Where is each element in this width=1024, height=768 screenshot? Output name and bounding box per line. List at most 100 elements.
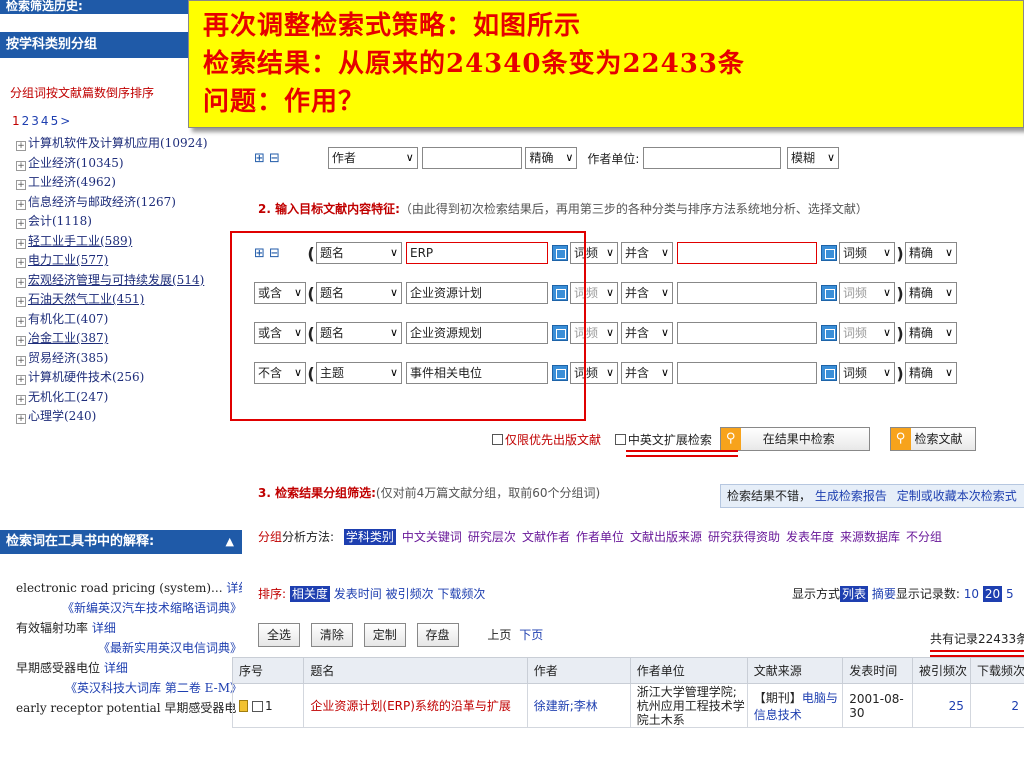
expand-plus-icon[interactable]: + xyxy=(16,141,26,151)
subject-item[interactable]: + 企业经济(10345) xyxy=(16,154,242,174)
tool-entry-detail-link[interactable]: 详细 xyxy=(92,621,116,635)
group-method-item[interactable]: 文献作者 xyxy=(522,530,570,544)
freq-select[interactable]: 词频 ∨ xyxy=(570,362,618,384)
term2-input[interactable] xyxy=(677,322,817,344)
subject-item[interactable]: + 计算机软件及计算机应用(10924) xyxy=(16,134,242,154)
subject-item[interactable]: + 心理学(240) xyxy=(16,407,242,427)
match-select[interactable]: 精确 ∨ xyxy=(905,242,957,264)
row-checkbox[interactable] xyxy=(252,700,263,712)
subject-label[interactable]: 贸易经济(385) xyxy=(28,351,108,365)
term-expand-icon[interactable] xyxy=(552,245,568,261)
subject-item[interactable]: + 贸易经济(385) xyxy=(16,349,242,369)
logic-select[interactable]: 或含 ∨ xyxy=(254,322,306,344)
expand-plus-icon[interactable]: + xyxy=(16,277,26,288)
pager-next[interactable]: > xyxy=(60,114,70,128)
combine-select[interactable]: 并含 ∨ xyxy=(621,282,673,304)
search-documents-button[interactable]: ⚲ 检索文献 xyxy=(889,427,976,451)
field-select[interactable]: 题名 ∨ xyxy=(316,242,402,264)
sort-cited[interactable]: 被引频次 xyxy=(386,587,434,601)
subject-label[interactable]: 心理学(240) xyxy=(28,409,96,423)
expand-plus-icon[interactable]: + xyxy=(16,180,26,190)
subject-item[interactable]: + 冶金工业(387) xyxy=(16,329,242,349)
term2-expand-icon[interactable] xyxy=(821,325,837,341)
freq-select[interactable]: 词频 ∨ xyxy=(570,242,618,264)
expand-plus-icon[interactable]: + xyxy=(16,414,26,424)
expand-plus-icon[interactable]: + xyxy=(16,238,26,249)
priority-checkbox[interactable] xyxy=(492,433,503,445)
search-in-results-button[interactable]: ⚲ 在结果中检索 xyxy=(719,427,870,451)
match-select[interactable]: 精确 ∨ xyxy=(905,362,957,384)
sort-downloads[interactable]: 下载频次 xyxy=(437,587,485,601)
display-abstract[interactable]: 摘要 xyxy=(872,587,896,601)
save-button[interactable]: 存盘 xyxy=(416,623,459,647)
term-expand-icon[interactable] xyxy=(552,365,568,381)
sort-publish-time[interactable]: 发表时间 xyxy=(334,587,382,601)
triangle-up-icon[interactable]: ▲ xyxy=(226,530,234,554)
tool-entry-detail-link[interactable]: 详细 xyxy=(104,661,128,675)
next-page-link[interactable]: 下页 xyxy=(519,628,543,642)
subject-label[interactable]: 计算机软件及计算机应用(10924) xyxy=(28,136,208,150)
freq-select[interactable]: 词频 ∨ xyxy=(570,282,618,304)
header-date[interactable]: 发表时间 xyxy=(842,657,913,684)
author-unit-match-select[interactable]: 模糊 ∨ xyxy=(787,147,840,169)
sort-relevance[interactable]: 相关度 xyxy=(289,586,330,602)
subject-item[interactable]: + 电力工业(577) xyxy=(16,251,242,271)
subject-label[interactable]: 会计(1118) xyxy=(28,214,92,228)
subject-item[interactable]: + 有机化工(407) xyxy=(16,310,242,330)
author-input[interactable] xyxy=(421,147,522,169)
row-cited[interactable]: 25 xyxy=(911,683,971,728)
group-method-item[interactable]: 作者单位 xyxy=(576,530,624,544)
header-title[interactable]: 题名 xyxy=(303,657,528,684)
count-20[interactable]: 20 xyxy=(982,586,1003,602)
freq2-select[interactable]: 词频 ∨ xyxy=(839,362,895,384)
pager-page-2[interactable]: 2 xyxy=(22,114,30,128)
expand-plus-icon[interactable]: + xyxy=(16,316,26,327)
subject-label[interactable]: 有机化工(407) xyxy=(28,312,108,326)
term-expand-icon[interactable] xyxy=(552,325,568,341)
expand-plus-icon[interactable]: + xyxy=(16,355,26,366)
plus-minus-icon[interactable]: ⊞ ⊟ xyxy=(254,151,294,166)
freq2-select[interactable]: 词频 ∨ xyxy=(839,282,895,304)
subscribe-search-link[interactable]: 定制或收藏本次检索式 xyxy=(897,489,1017,503)
tool-entry-book-link[interactable]: 《英汉科技大词库 第二卷 E-M》 xyxy=(16,678,242,698)
prev-page-label[interactable]: 上页 xyxy=(487,628,511,642)
author-unit-input[interactable] xyxy=(643,147,782,169)
count-10[interactable]: 10 xyxy=(964,587,979,601)
field-select[interactable]: 主题 ∨ xyxy=(316,362,402,384)
field-select[interactable]: 题名 ∨ xyxy=(316,322,402,344)
pager-page-5[interactable]: 5 xyxy=(51,114,59,128)
logic-select[interactable]: 或含 ∨ xyxy=(254,282,306,304)
row-unit[interactable]: 浙江大学管理学院;杭州应用工程技术学院土木系 xyxy=(637,685,747,727)
subject-label[interactable]: 电力工业(577) xyxy=(28,253,108,267)
combine-select[interactable]: 并含 ∨ xyxy=(621,362,673,384)
group-method-item[interactable]: 研究层次 xyxy=(468,530,516,544)
freq2-select[interactable]: 词频 ∨ xyxy=(839,322,895,344)
term2-expand-icon[interactable] xyxy=(821,245,837,261)
pager-page-4[interactable]: 4 xyxy=(41,114,49,128)
subject-item[interactable]: + 工业经济(4962) xyxy=(16,173,242,193)
select-all-button[interactable]: 全选 xyxy=(258,623,301,647)
subject-item[interactable]: + 计算机硬件技术(256) xyxy=(16,368,242,388)
subject-label[interactable]: 冶金工业(387) xyxy=(28,331,108,345)
subject-label[interactable]: 轻工业手工业(589) xyxy=(28,234,132,248)
freq-select[interactable]: 词频 ∨ xyxy=(570,322,618,344)
expand-plus-icon[interactable]: + xyxy=(16,336,26,346)
term2-expand-icon[interactable] xyxy=(821,365,837,381)
term-input[interactable]: 企业资源规划 xyxy=(406,322,548,344)
row-authors[interactable]: 徐建新;李林 xyxy=(526,683,631,728)
subject-label[interactable]: 工业经济(4962) xyxy=(28,175,116,189)
group-method-item[interactable]: 中文关键词 xyxy=(402,530,462,544)
subject-item[interactable]: + 宏观经济管理与可持续发展(514) xyxy=(16,271,242,291)
subject-label[interactable]: 信息经济与邮政经济(1267) xyxy=(28,195,176,209)
display-list[interactable]: 列表 xyxy=(840,586,869,602)
subject-item[interactable]: + 会计(1118) xyxy=(16,212,242,232)
expand-plus-icon[interactable]: + xyxy=(16,394,26,405)
term2-input[interactable] xyxy=(677,242,817,264)
generate-report-link[interactable]: 生成检索报告 xyxy=(815,489,887,503)
header-cited[interactable]: 被引频次 xyxy=(911,657,971,684)
clear-button[interactable]: 清除 xyxy=(310,623,353,647)
group-method-item[interactable]: 学科类别 xyxy=(343,529,396,545)
term-expand-icon[interactable] xyxy=(552,285,568,301)
sort-by-count-link[interactable]: 分组词按文献篇数倒序排序 xyxy=(10,84,154,101)
expand-plus-icon[interactable]: + xyxy=(16,160,26,171)
